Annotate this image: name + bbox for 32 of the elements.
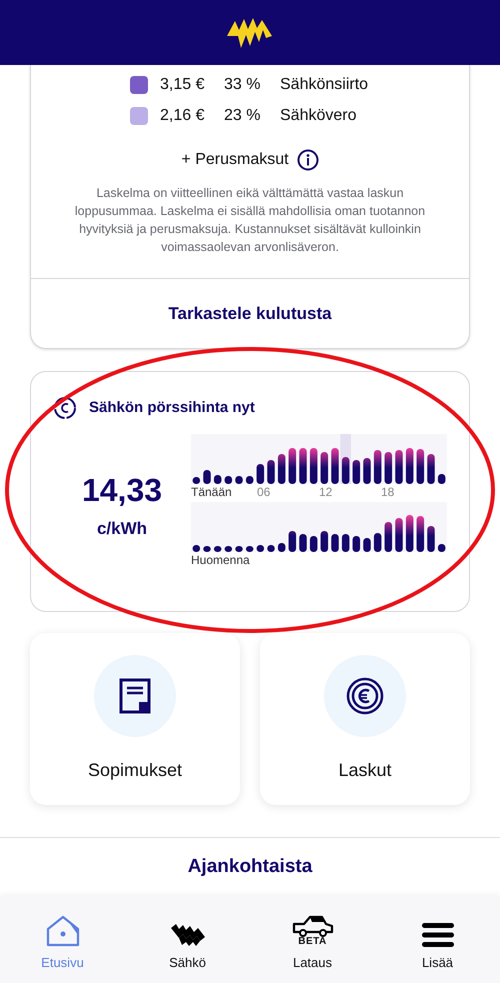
zigzag-logo-icon [170, 922, 206, 946]
nav-tab[interactable]: Sähkö [125, 897, 250, 983]
spot-price-title: Sähkön pörssihinta nyt [89, 398, 255, 418]
price-unit: c/kWh [96, 518, 148, 540]
base-fees-label: + Perusmaksut [181, 150, 289, 170]
logo-icon [226, 16, 274, 50]
tomorrow-label: Huomenna [191, 552, 251, 568]
legend-amount: 2,16 € [160, 106, 206, 126]
info-icon[interactable] [296, 149, 319, 171]
legend-label: Sähkövero [280, 106, 356, 126]
today-label: Tänään [191, 484, 233, 501]
legend-percent: 23 % [224, 106, 262, 126]
euro-coin-icon [346, 677, 384, 715]
legend-amount: 3,15 € [160, 74, 206, 94]
euro-clock-icon [53, 396, 77, 420]
nav-tab[interactable]: Lisää [375, 897, 500, 983]
disclaimer-text: Laskelma on viitteellinen eikä välttämättä vastaa laskun loppusummaa. Laskelma ei sisällä mahdollisia oman tuotannon hyvityksiä ja perusmaksuja. Kustannukset sisältävät kulloinkin voimassaolevan arvonlisäveron. [74, 185, 426, 256]
home-icon [46, 914, 80, 946]
price-value: 14,33 [82, 474, 162, 506]
view-consumption-link[interactable]: Tarkastele kulutusta [168, 300, 332, 326]
nav-tab[interactable]: Etusivu [0, 897, 125, 983]
nav-tab[interactable]: BETA Lataus [250, 897, 375, 983]
news-heading: Ajankohtaista [188, 855, 312, 880]
legend-percent: 33 % [224, 74, 262, 94]
hour-tick: 06 [257, 484, 272, 501]
hour-tick: 18 [381, 484, 396, 501]
menu-icon [422, 922, 454, 946]
shortcut-tile[interactable]: Laskut [260, 633, 470, 805]
hour-tick: 12 [319, 484, 334, 501]
shortcut-tile[interactable]: Sopimukset [30, 633, 240, 805]
document-icon [119, 678, 151, 714]
legend-label: Sähkönsiirto [280, 74, 368, 94]
